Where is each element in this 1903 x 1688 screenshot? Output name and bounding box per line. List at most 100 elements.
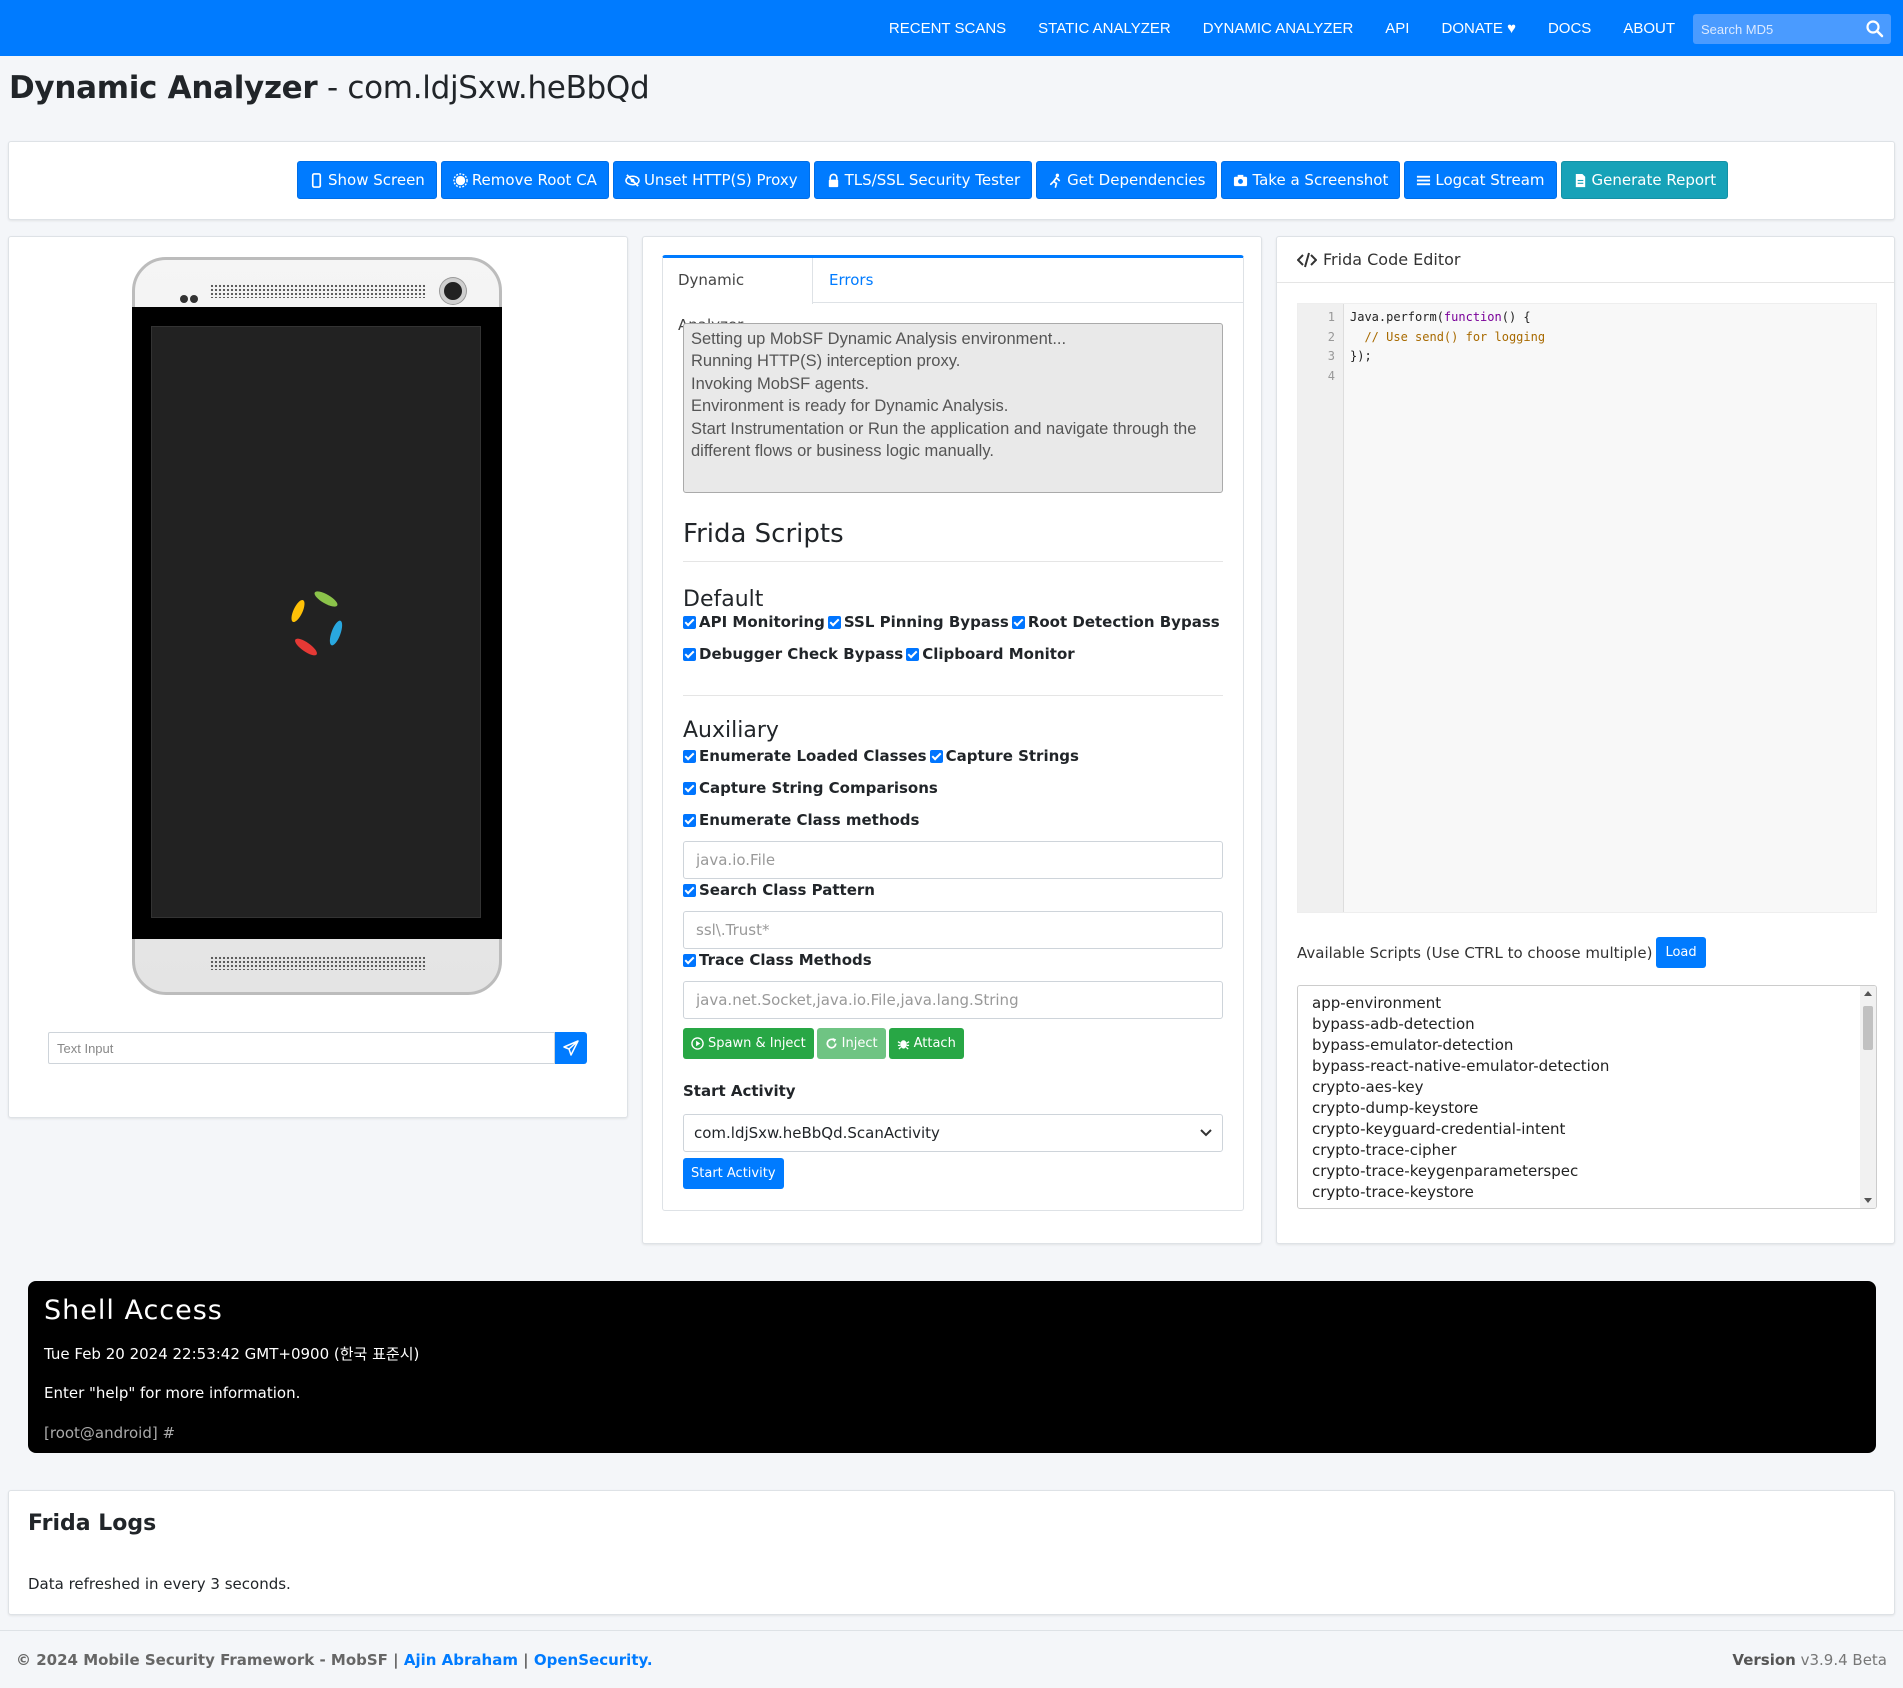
script-option[interactable]: crypto-dump-keystore (1312, 1098, 1862, 1119)
action-toolbar: Show Screen Remove Root CA Unset HTTP(S)… (8, 141, 1895, 220)
generate-report-button[interactable]: Generate Report (1560, 161, 1729, 199)
device-screen[interactable] (151, 326, 481, 918)
inject-button[interactable]: Inject (816, 1028, 886, 1059)
checkbox-checked[interactable] (1011, 615, 1025, 629)
script-option[interactable]: app-environment (1312, 993, 1862, 1014)
aux-checkbox-row-3: Enumerate Class methods (683, 811, 919, 829)
script-option[interactable]: bypass-react-native-emulator-detection (1312, 1056, 1862, 1077)
toolbar-buttons: Show Screen Remove Root CA Unset HTTP(S)… (297, 161, 1729, 199)
code-line-1: Java.perform(function() { (1350, 308, 1545, 328)
enumerate-loaded-classes-checkbox[interactable]: Enumerate Loaded Classes (683, 747, 927, 765)
nav-recent-scans[interactable]: RECENT SCANS (873, 20, 1022, 37)
code-icon (1297, 252, 1317, 267)
search-icon[interactable] (1865, 19, 1885, 39)
code-editor[interactable]: 1 2 3 4 Java.perform(function() { // Use… (1297, 303, 1877, 913)
root-detection-bypass-checkbox[interactable]: Root Detection Bypass (1011, 613, 1220, 631)
scrollbar-thumb[interactable] (1863, 1006, 1873, 1050)
frida-logs-card: Frida Logs Data refreshed in every 3 sec… (8, 1490, 1895, 1615)
logcat-stream-button[interactable]: Logcat Stream (1404, 161, 1557, 199)
script-option[interactable]: bypass-emulator-detection (1312, 1035, 1862, 1056)
start-activity-label: Start Activity (683, 1082, 796, 1100)
remove-root-ca-label: Remove Root CA (471, 171, 597, 189)
script-option[interactable]: crypto-trace-cipher (1312, 1140, 1862, 1161)
nav-about[interactable]: ABOUT (1607, 20, 1691, 37)
nav-donate[interactable]: DONATE ♥ (1425, 20, 1531, 37)
script-option[interactable]: crypto-aes-key (1312, 1077, 1862, 1098)
heart-icon: ♥ (1507, 19, 1516, 37)
spawn-inject-button[interactable]: Spawn & Inject (683, 1028, 814, 1059)
search-class-pattern-checkbox[interactable]: Search Class Pattern (683, 881, 875, 899)
trace-class-methods-checkbox[interactable]: Trace Class Methods (683, 951, 872, 969)
checkbox-checked[interactable] (929, 749, 943, 763)
start-activity-button[interactable]: Start Activity (683, 1158, 784, 1189)
script-option[interactable]: crypto-trace-keygenparameterspec (1312, 1161, 1862, 1182)
checkbox-checked[interactable] (827, 615, 841, 629)
capture-string-comparisons-checkbox[interactable]: Capture String Comparisons (683, 779, 938, 797)
shell-prompt[interactable]: [root@android] # (44, 1424, 175, 1442)
ssl-pinning-bypass-checkbox[interactable]: SSL Pinning Bypass (827, 613, 1009, 631)
script-option[interactable]: crypto-keyguard-credential-intent (1312, 1119, 1862, 1140)
script-option[interactable]: crypto-trace-keystore (1312, 1182, 1862, 1203)
checkbox-checked[interactable] (683, 953, 696, 967)
capture-strings-checkbox[interactable]: Capture Strings (929, 747, 1079, 765)
checkbox-checked[interactable] (683, 781, 696, 795)
available-scripts-label: Available Scripts (Use CTRL to choose mu… (1297, 943, 1653, 962)
available-scripts-row: Available Scripts (Use CTRL to choose mu… (1297, 937, 1706, 968)
attach-button[interactable]: Attach (888, 1028, 964, 1059)
checkbox-checked[interactable] (906, 647, 920, 661)
device-text-input[interactable] (48, 1032, 555, 1064)
author-link[interactable]: Ajin Abraham (404, 1651, 518, 1669)
analysis-status-log[interactable]: Setting up MobSF Dynamic Analysis enviro… (683, 323, 1223, 493)
copyright-text: © 2024 Mobile Security Framework - MobSF… (16, 1651, 404, 1669)
checkbox-checked[interactable] (683, 883, 696, 897)
trace-class-methods-input[interactable] (683, 981, 1223, 1019)
shell-terminal[interactable]: Shell Access Tue Feb 20 2024 22:53:42 GM… (28, 1281, 1876, 1453)
available-scripts-list[interactable]: app-environment bypass-adb-detection byp… (1297, 985, 1877, 1209)
scroll-up-arrow-icon[interactable] (1864, 991, 1872, 996)
line-number: 1 (1327, 310, 1335, 324)
generate-report-label: Generate Report (1591, 171, 1717, 189)
enumerate-class-methods-input[interactable] (683, 841, 1223, 879)
load-scripts-button[interactable]: Load (1656, 937, 1706, 968)
enumerate-class-methods-checkbox[interactable]: Enumerate Class methods (683, 811, 919, 829)
auxiliary-scripts-heading: Auxiliary (683, 718, 779, 743)
search-class-pattern-input[interactable] (683, 911, 1223, 949)
trace-class-methods-label: Trace Class Methods (699, 951, 872, 969)
nav-static-analyzer[interactable]: STATIC ANALYZER (1022, 20, 1187, 37)
line-gutter: 1 2 3 4 (1298, 304, 1344, 912)
tab-errors[interactable]: Errors (814, 258, 888, 303)
inject-label: Inject (841, 1036, 878, 1051)
list-scrollbar[interactable] (1860, 986, 1876, 1208)
checkbox-checked[interactable] (683, 749, 696, 763)
get-dependencies-button[interactable]: Get Dependencies (1036, 161, 1218, 199)
default-scripts-heading: Default (683, 587, 764, 612)
nav-docs[interactable]: DOCS (1532, 20, 1607, 37)
tab-dynamic-analyzer[interactable]: Dynamic Analyzer (663, 258, 813, 334)
enumerate-class-methods-label: Enumerate Class methods (699, 811, 920, 829)
checkbox-checked[interactable] (683, 647, 696, 661)
analyzer-tabs: Dynamic Analyzer Errors Setting up MobSF… (662, 255, 1244, 1211)
tls-tester-button[interactable]: TLS/SSL Security Tester (813, 161, 1033, 199)
send-text-button[interactable] (555, 1032, 587, 1064)
nav-dynamic-analyzer[interactable]: DYNAMIC ANALYZER (1187, 20, 1370, 37)
show-screen-button[interactable]: Show Screen (297, 161, 437, 199)
checkbox-checked[interactable] (683, 813, 696, 827)
aux-checkbox-row-4: Search Class Pattern (683, 881, 875, 899)
script-option[interactable]: bypass-adb-detection (1312, 1014, 1862, 1035)
take-screenshot-button[interactable]: Take a Screenshot (1221, 161, 1401, 199)
page-footer: © 2024 Mobile Security Framework - MobSF… (0, 1630, 1903, 1688)
enumerate-loaded-classes-label: Enumerate Loaded Classes (699, 747, 927, 765)
frida-action-buttons: Spawn & Inject Inject Attach (683, 1028, 964, 1059)
clipboard-monitor-checkbox[interactable]: Clipboard Monitor (906, 645, 1075, 663)
debugger-check-bypass-checkbox[interactable]: Debugger Check Bypass (683, 645, 903, 663)
opensecurity-link[interactable]: OpenSecurity. (534, 1651, 653, 1669)
api-monitoring-checkbox[interactable]: API Monitoring (683, 613, 825, 631)
remove-root-ca-button[interactable]: Remove Root CA (440, 161, 609, 199)
checkbox-checked[interactable] (683, 615, 696, 629)
search-input[interactable] (1693, 14, 1853, 44)
nav-api[interactable]: API (1369, 20, 1425, 37)
scroll-down-arrow-icon[interactable] (1864, 1198, 1872, 1203)
start-activity-value: com.ldjSxw.heBbQd.ScanActivity (694, 1124, 940, 1142)
unset-proxy-button[interactable]: Unset HTTP(S) Proxy (612, 161, 810, 199)
start-activity-select[interactable]: com.ldjSxw.heBbQd.ScanActivity (683, 1114, 1223, 1152)
